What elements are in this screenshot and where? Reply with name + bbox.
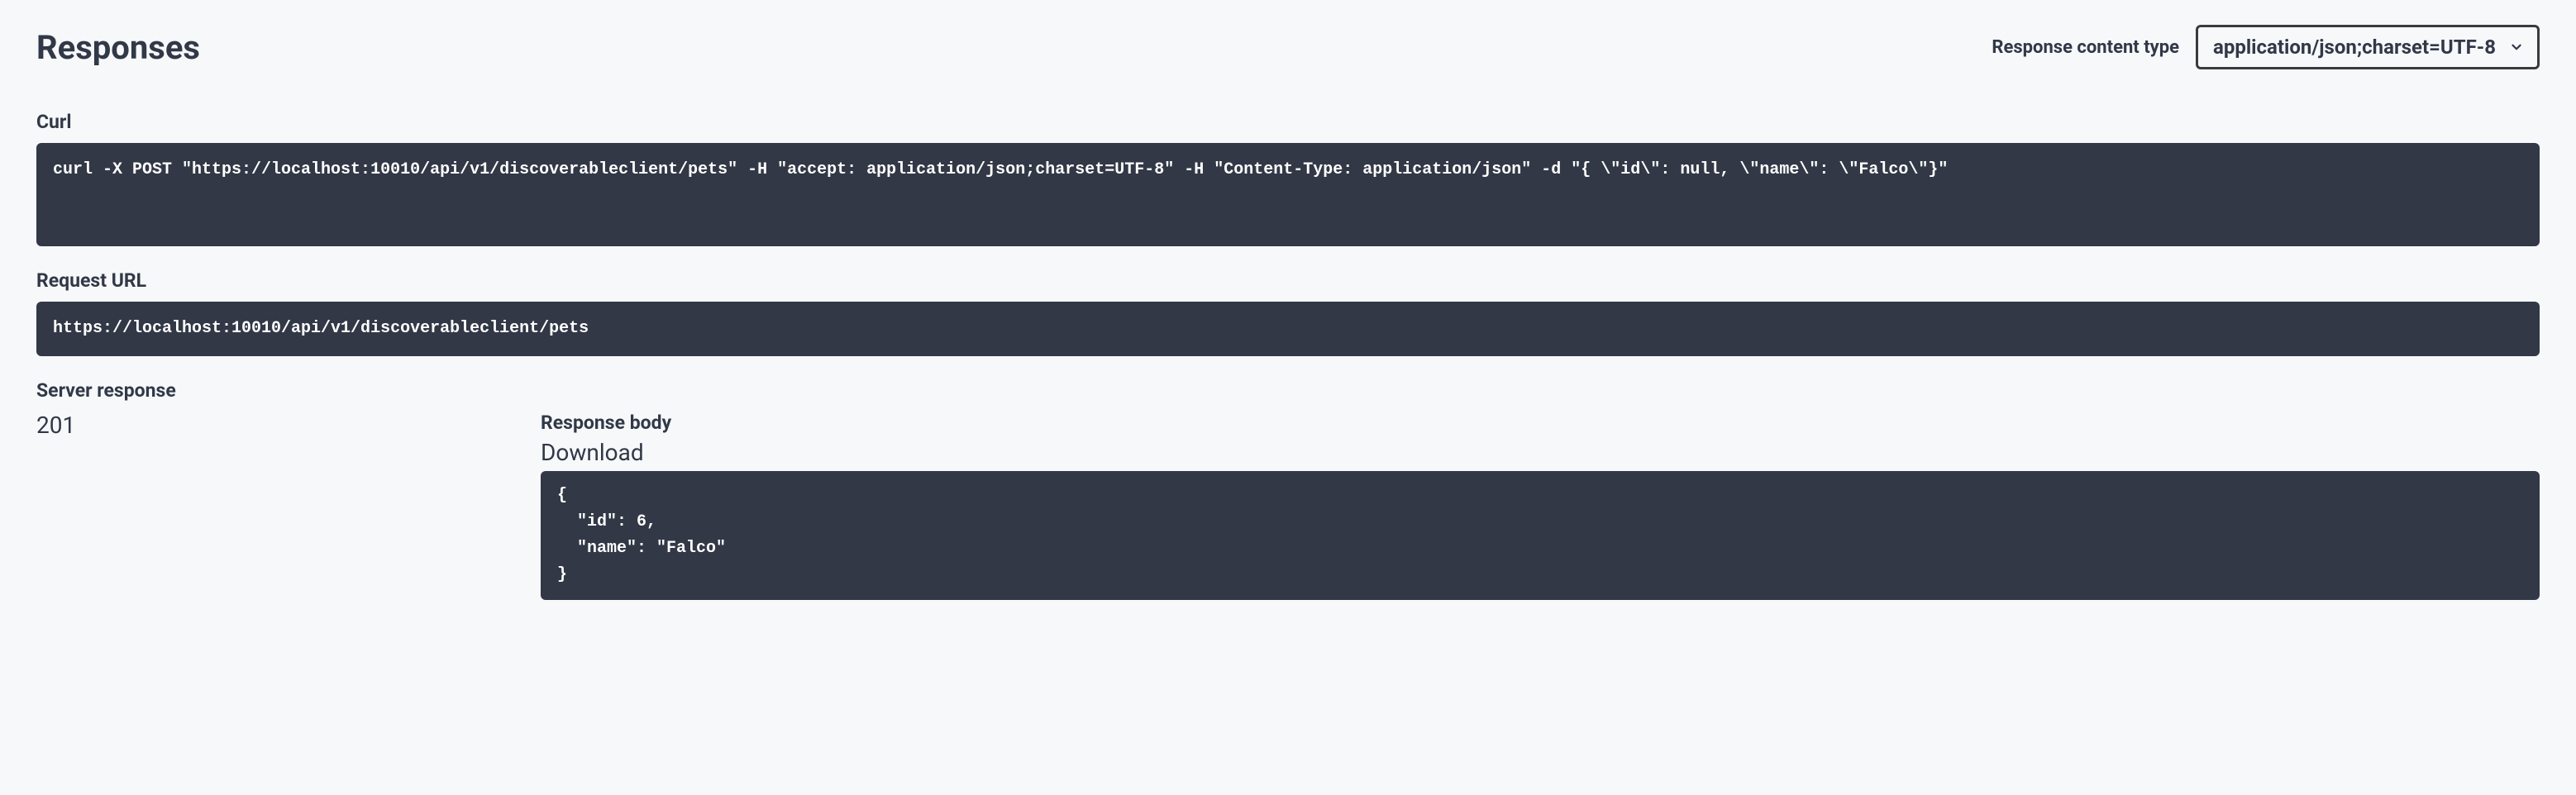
response-body-label: Response body <box>541 412 2540 434</box>
request-url-label: Request URL <box>36 269 2540 292</box>
request-url-code-block[interactable]: https://localhost:10010/api/v1/discovera… <box>36 302 2540 356</box>
curl-section: Curl curl -X POST "https://localhost:100… <box>36 111 2540 246</box>
status-code: 201 <box>36 412 541 439</box>
content-type-group: Response content type application/json;c… <box>1992 25 2540 69</box>
header-row: Responses Response content type applicat… <box>36 25 2540 69</box>
content-type-label: Response content type <box>1992 37 2179 58</box>
request-url-section: Request URL https://localhost:10010/api/… <box>36 269 2540 356</box>
response-body-column: Response body Download { "id": 6, "name"… <box>541 412 2540 600</box>
curl-label: Curl <box>36 111 2540 133</box>
download-link[interactable]: Download <box>541 439 644 466</box>
response-row: 201 Response body Download { "id": 6, "n… <box>36 412 2540 600</box>
curl-code-block[interactable]: curl -X POST "https://localhost:10010/ap… <box>36 143 2540 246</box>
response-body-code-block[interactable]: { "id": 6, "name": "Falco" } <box>541 471 2540 600</box>
chevron-down-icon <box>2509 40 2524 55</box>
server-response-section: Server response 201 Response body Downlo… <box>36 379 2540 600</box>
server-response-label: Server response <box>36 379 2540 402</box>
content-type-value: application/json;charset=UTF-8 <box>2213 36 2496 59</box>
content-type-select[interactable]: application/json;charset=UTF-8 <box>2196 25 2540 69</box>
page-title: Responses <box>36 28 200 67</box>
status-column: 201 <box>36 412 541 439</box>
